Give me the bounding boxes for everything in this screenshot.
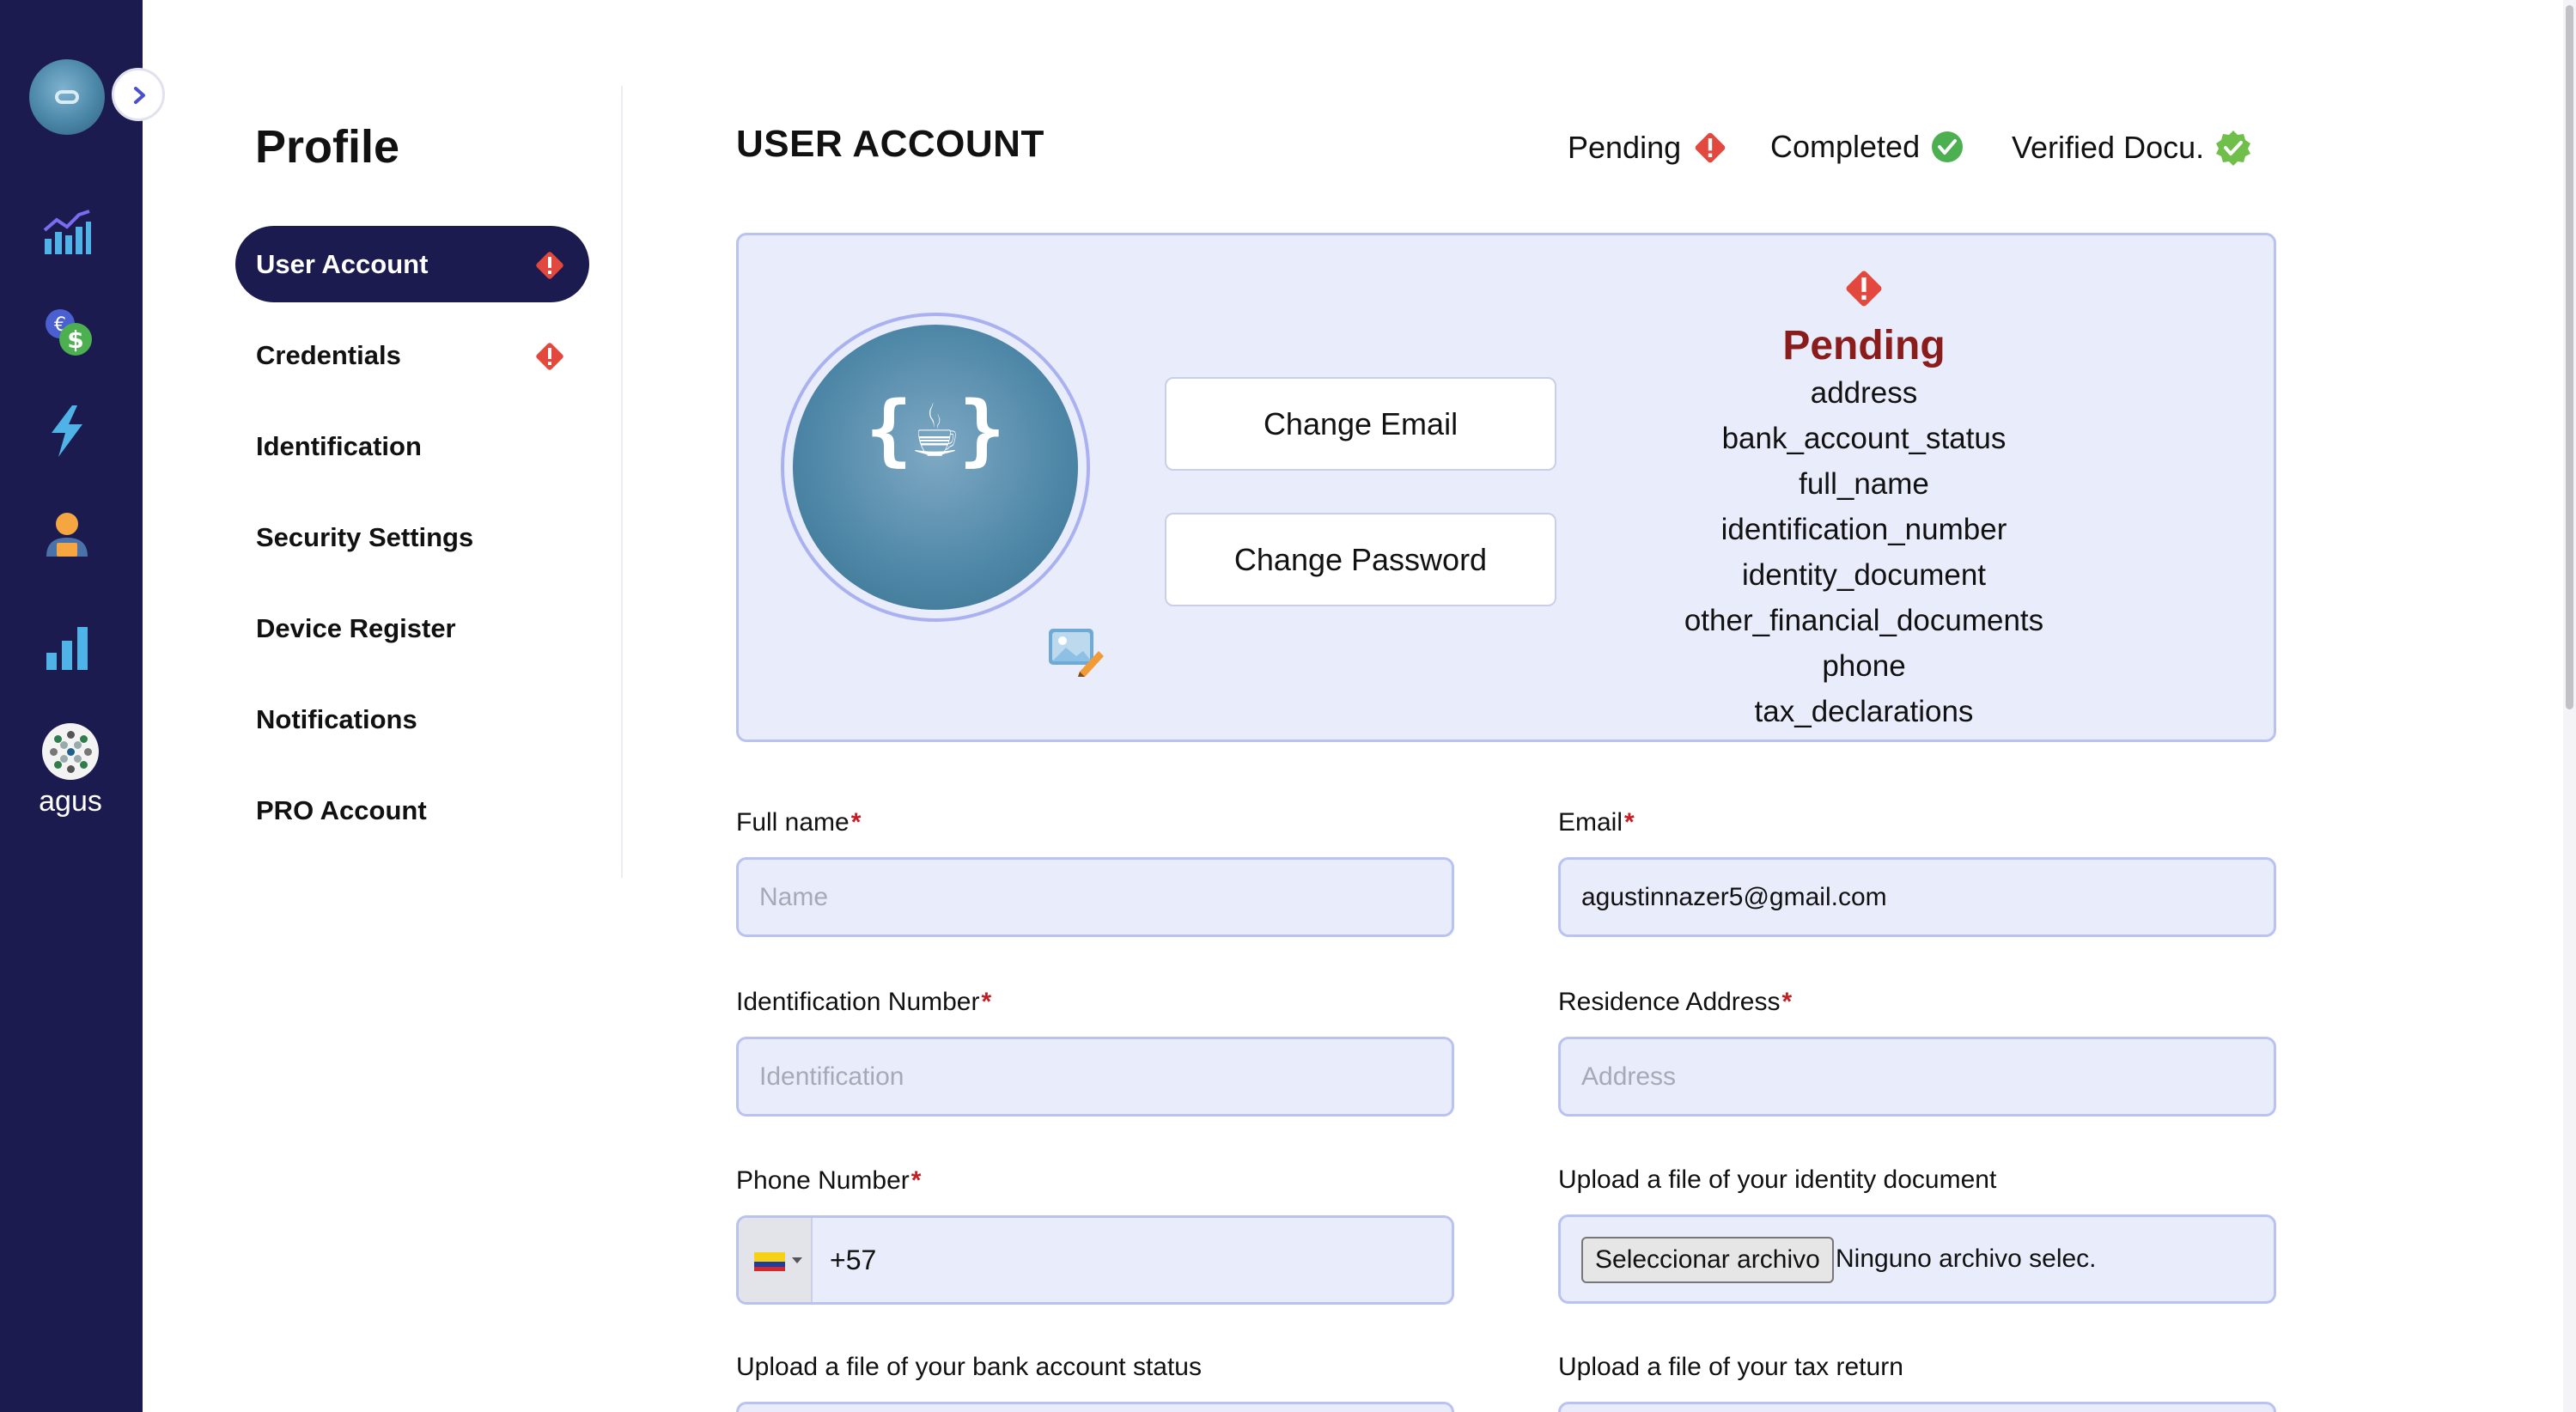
scrollbar-thumb[interactable] (2566, 5, 2573, 709)
nav-item-label: Notifications (256, 704, 417, 734)
choose-file-button[interactable]: Seleccionar archivo (1581, 1237, 1834, 1283)
page-scrollbar[interactable] (2563, 0, 2576, 1412)
change-password-button[interactable]: Change Password (1165, 513, 1556, 606)
currency-exchange-icon[interactable]: € $ (40, 305, 94, 360)
pending-list: address bank_account_status full_name id… (1641, 370, 2087, 734)
legend-completed: Completed (1770, 129, 1964, 165)
identification-number-input[interactable] (736, 1037, 1454, 1117)
check-circle-icon (1932, 131, 1964, 162)
pending-items-block: Pending address bank_account_status full… (1641, 266, 2087, 734)
edit-photo-icon[interactable] (1047, 625, 1104, 677)
nav-item-credentials[interactable]: Credentials (235, 317, 589, 393)
colombia-flag-icon (754, 1252, 785, 1271)
svg-text:$: $ (67, 326, 83, 354)
pending-item: tax_declarations (1754, 695, 1974, 728)
pending-item: full_name (1799, 467, 1929, 501)
avatar: {☕} (793, 325, 1078, 610)
full-name-input[interactable] (736, 857, 1454, 937)
profile-nav: User Account Credentials Identification … (235, 226, 589, 863)
nav-item-user-account[interactable]: User Account (235, 226, 589, 302)
nav-item-security-settings[interactable]: Security Settings (235, 499, 589, 575)
nav-item-label: Device Register (256, 613, 456, 643)
sidebar-rail: € $ agus (0, 0, 143, 1412)
phone-input[interactable]: +57 (736, 1215, 1454, 1305)
analytics-chart-icon[interactable] (40, 204, 94, 259)
full-name-label: Full name* (736, 808, 862, 837)
verified-badge-icon (2216, 131, 2251, 166)
pending-item: identity_document (1741, 558, 1987, 592)
required-marker: * (981, 988, 992, 1016)
residence-address-input[interactable] (1558, 1037, 2276, 1117)
phone-number-label: Phone Number* (736, 1166, 922, 1195)
required-marker: * (910, 1166, 922, 1195)
caret-down-icon (792, 1257, 802, 1263)
nav-item-notifications[interactable]: Notifications (235, 681, 589, 758)
account-summary-card: {☕} Change Email Change Password Pending… (736, 233, 2276, 742)
nav-item-label: Identification (256, 431, 422, 461)
bank-account-status-label: Upload a file of your bank account statu… (736, 1353, 1202, 1381)
chevron-right-icon (134, 87, 145, 104)
legend-completed-label: Completed (1770, 129, 1921, 164)
pending-item: other_financial_documents (1684, 604, 2044, 637)
nav-item-pro-account[interactable]: PRO Account (235, 772, 589, 849)
warning-icon (536, 252, 563, 279)
residence-address-label: Residence Address* (1558, 988, 1793, 1016)
nav-item-device-register[interactable]: Device Register (235, 590, 589, 666)
phone-value: +57 (830, 1245, 877, 1275)
warning-icon (1695, 132, 1726, 163)
username-label: agus (39, 785, 102, 818)
country-code-select[interactable] (739, 1218, 813, 1302)
identification-number-label: Identification Number* (736, 988, 992, 1016)
coffee-code-logo-icon: {☕} (865, 385, 1006, 475)
pending-item: address (1810, 376, 1918, 410)
user-account-icon[interactable] (40, 508, 94, 563)
pending-item: phone (1822, 649, 1906, 683)
legend-verified-label: Verified Docu. (2012, 130, 2205, 165)
required-marker: * (1624, 808, 1635, 837)
change-email-button[interactable]: Change Email (1165, 377, 1556, 471)
file-status: Ninguno archivo selec. (1836, 1245, 2097, 1273)
user-profile-button[interactable]: agus (21, 723, 120, 819)
nav-item-label: Security Settings (256, 522, 474, 552)
required-marker: * (850, 808, 862, 837)
sidebar-expand-button[interactable] (112, 68, 165, 121)
nav-item-label: User Account (256, 249, 429, 279)
profile-title: Profile (255, 121, 400, 173)
bar-chart-icon[interactable] (40, 620, 94, 675)
nav-item-label: PRO Account (256, 795, 427, 825)
email-label: Email* (1558, 808, 1635, 837)
legend-pending: Pending (1568, 129, 1729, 167)
identity-document-label: Upload a file of your identity document (1558, 1166, 1997, 1194)
pending-title: Pending (1782, 323, 1946, 368)
identity-document-file-input: Seleccionar archivo Ninguno archivo sele… (1558, 1214, 2276, 1304)
nav-item-identification[interactable]: Identification (235, 408, 589, 484)
warning-icon (536, 343, 563, 370)
legend-verified: Verified Docu. (2012, 129, 2252, 167)
pending-item: bank_account_status (1721, 422, 2007, 455)
bank-account-status-file-input[interactable] (736, 1402, 1454, 1412)
nav-item-label: Credentials (256, 340, 401, 370)
nav-divider (621, 86, 623, 878)
lightning-icon[interactable] (40, 404, 94, 459)
tax-return-file-input[interactable] (1558, 1402, 2276, 1412)
required-marker: * (1781, 988, 1793, 1016)
warning-icon (1846, 271, 1882, 307)
app-logo-icon[interactable] (29, 59, 105, 135)
pending-item: identification_number (1720, 513, 2007, 546)
legend-pending-label: Pending (1568, 130, 1682, 165)
tax-return-label: Upload a file of your tax return (1558, 1353, 1903, 1381)
email-input[interactable] (1558, 857, 2276, 937)
profile-photo[interactable]: {☕} (781, 313, 1090, 622)
user-avatar-icon (42, 723, 99, 780)
page-title: USER ACCOUNT (736, 123, 1044, 165)
